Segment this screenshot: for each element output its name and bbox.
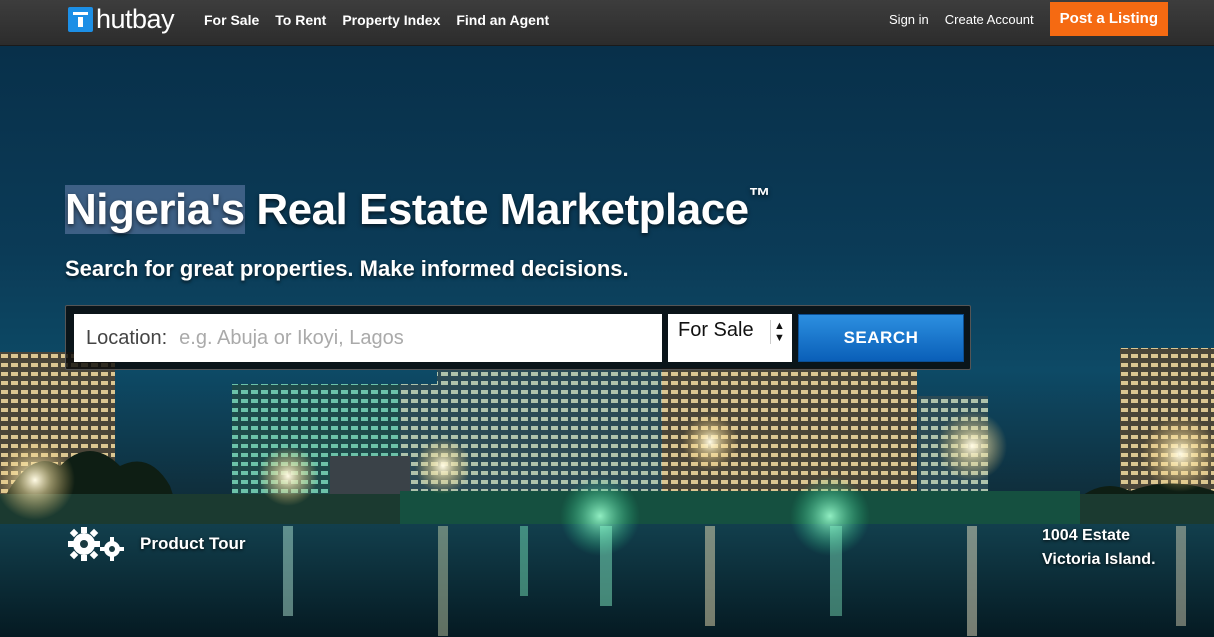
listing-type-select[interactable]: For Sale ▲ ▼ — [668, 314, 792, 362]
account-nav: Sign in Create Account Post a Listing — [889, 0, 1214, 38]
photo-caption-line2: Victoria Island. — [1042, 551, 1156, 568]
gears-icon — [68, 527, 124, 561]
headline-highlight: Nigeria's — [65, 185, 245, 234]
top-navigation-bar: hutbay For Sale To Rent Property Index F… — [0, 0, 1214, 46]
hutbay-logo[interactable]: hutbay — [68, 3, 175, 34]
nav-property-index[interactable]: Property Index — [342, 12, 440, 28]
trademark-symbol: ™ — [748, 183, 771, 208]
location-label: Location: — [86, 326, 168, 349]
page-headline: Nigeria's Real Estate Marketplace™ — [65, 183, 771, 235]
nav-find-an-agent[interactable]: Find an Agent — [456, 12, 549, 28]
main-nav: For Sale To Rent Property Index Find an … — [204, 0, 565, 40]
page-subheading: Search for great properties. Make inform… — [65, 256, 629, 281]
post-listing-button[interactable]: Post a Listing — [1049, 2, 1168, 36]
photo-caption-line1: 1004 Estate — [1042, 527, 1131, 544]
location-field[interactable]: Location: — [74, 314, 662, 362]
photo-caption: 1004 Estate Victoria Island. — [1042, 524, 1156, 572]
nav-for-sale[interactable]: For Sale — [204, 12, 259, 28]
product-tour-link[interactable]: Product Tour — [68, 525, 245, 563]
sign-in-link[interactable]: Sign in — [889, 12, 929, 27]
hero-section: Nigeria's Real Estate Marketplace™ Searc… — [0, 46, 1214, 637]
product-tour-label: Product Tour — [140, 534, 246, 553]
search-button[interactable]: SEARCH — [798, 314, 964, 362]
search-panel: Location: For Sale ▲▼ SEARCH — [65, 305, 971, 370]
logo-text: hutbay — [96, 3, 175, 34]
house-icon — [68, 6, 93, 32]
nav-to-rent[interactable]: To Rent — [275, 12, 326, 28]
headline-text: Real Estate Marketplace — [256, 185, 749, 234]
listing-type-value: For Sale — [678, 319, 754, 341]
create-account-link[interactable]: Create Account — [945, 12, 1034, 27]
select-arrows-icon: ▲ ▼ — [770, 320, 786, 344]
location-input[interactable] — [179, 326, 620, 350]
